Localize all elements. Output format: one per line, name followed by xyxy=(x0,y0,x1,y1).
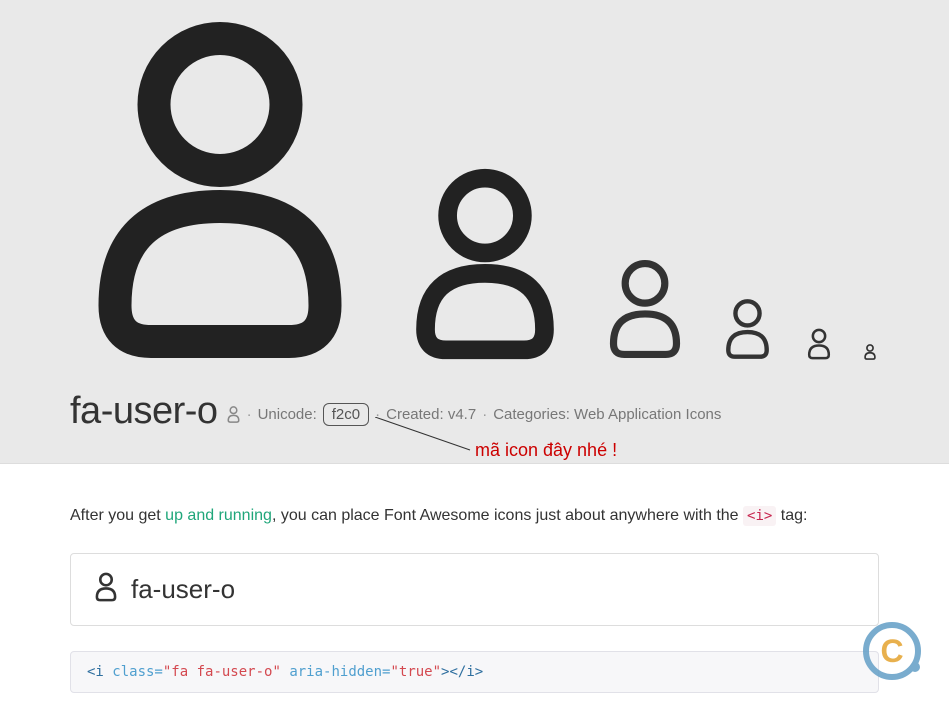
example-label: fa-user-o xyxy=(131,574,235,605)
user-o-icon xyxy=(93,572,119,607)
intro-text-after: , you can place Font Awesome icons just … xyxy=(272,507,743,524)
user-o-icon xyxy=(600,258,690,360)
user-o-icon xyxy=(226,406,241,423)
title-row: fa-user-o · Unicode: f2c0 · Created: v4.… xyxy=(70,390,879,433)
unicode-label: Unicode: xyxy=(258,406,317,423)
content-section: After you get up and running, you can pl… xyxy=(0,464,949,713)
user-o-icon xyxy=(400,168,570,360)
header-section: fa-user-o · Unicode: f2c0 · Created: v4.… xyxy=(0,0,949,464)
code-class-attr: class= xyxy=(104,664,163,680)
example-box: fa-user-o xyxy=(70,553,879,626)
up-and-running-link[interactable]: up and running xyxy=(165,507,272,524)
separator-dot: · xyxy=(375,406,380,423)
user-o-icon xyxy=(863,344,877,360)
user-o-icon xyxy=(70,20,370,360)
unicode-value: f2c0 xyxy=(323,403,369,426)
categories-label: Categories: Web Application Icons xyxy=(493,406,721,423)
icon-name-title: fa-user-o xyxy=(70,390,218,433)
intro-paragraph: After you get up and running, you can pl… xyxy=(70,504,879,528)
intro-text-end: tag: xyxy=(776,507,807,524)
code-class-value: "fa fa-user-o" xyxy=(163,664,281,680)
icon-meta: · Unicode: f2c0 · Created: v4.7 · Catego… xyxy=(226,403,722,426)
user-o-icon xyxy=(720,298,775,360)
code-aria-value: "true" xyxy=(390,664,441,680)
created-label: Created: v4.7 xyxy=(386,406,476,423)
separator-dot: · xyxy=(482,406,487,423)
code-close-tag: ></i> xyxy=(441,664,483,680)
code-aria-attr: aria-hidden= xyxy=(281,664,391,680)
code-i-tag: <i> xyxy=(743,506,776,526)
code-block: <i class="fa fa-user-o" aria-hidden="tru… xyxy=(70,651,879,693)
intro-text-before: After you get xyxy=(70,507,165,524)
code-open-tag: <i xyxy=(87,664,104,680)
annotation-text: mã icon đây nhé ! xyxy=(475,440,617,461)
icon-size-row xyxy=(70,20,879,360)
separator-dot: · xyxy=(247,406,252,423)
user-o-icon xyxy=(805,328,833,360)
